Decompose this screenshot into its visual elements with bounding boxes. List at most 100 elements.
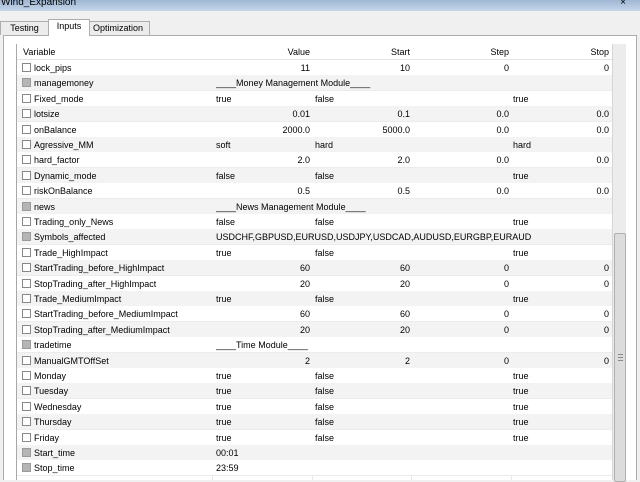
start-cell[interactable]: 60 bbox=[313, 262, 410, 274]
optimize-checkbox[interactable] bbox=[22, 155, 31, 165]
step-cell[interactable]: 0.0 bbox=[413, 124, 509, 136]
stop-cell[interactable]: true bbox=[513, 293, 609, 305]
stop-cell[interactable]: hard bbox=[513, 139, 609, 151]
step-cell[interactable]: 0 bbox=[413, 62, 509, 74]
start-cell[interactable]: 2 bbox=[313, 355, 410, 367]
table-row[interactable]: managemoney ____Money Management Module__… bbox=[17, 75, 612, 92]
value-cell[interactable]: ____Time Module____ bbox=[216, 339, 611, 351]
table-row[interactable]: Trade_HighImpact true false true bbox=[17, 244, 612, 261]
stop-cell[interactable]: 0 bbox=[513, 262, 609, 274]
value-cell[interactable]: 60 bbox=[214, 308, 310, 320]
optimize-checkbox[interactable] bbox=[22, 432, 31, 442]
table-row[interactable]: news ____News Management Module____ bbox=[17, 198, 612, 215]
step-cell[interactable]: 0.0 bbox=[413, 185, 509, 197]
table-row[interactable]: Trading_only_News false false true bbox=[17, 214, 612, 230]
column-header-start[interactable]: Start bbox=[313, 47, 410, 59]
stop-cell[interactable]: 0.0 bbox=[513, 185, 609, 197]
optimize-checkbox[interactable] bbox=[22, 355, 31, 365]
optimize-checkbox[interactable] bbox=[22, 201, 31, 211]
optimize-checkbox[interactable] bbox=[22, 217, 31, 226]
value-cell[interactable]: 23:59 bbox=[216, 462, 611, 474]
value-cell[interactable]: true bbox=[216, 293, 312, 305]
value-cell[interactable]: 20 bbox=[214, 324, 310, 336]
start-cell[interactable]: 20 bbox=[313, 278, 410, 290]
optimize-checkbox[interactable] bbox=[22, 124, 31, 134]
value-cell[interactable]: 2 bbox=[214, 355, 310, 367]
table-row[interactable]: StopTrading_after_HighImpact 20 20 0 0 bbox=[17, 275, 612, 292]
stop-cell[interactable]: 0 bbox=[513, 62, 609, 74]
stop-cell[interactable]: 0 bbox=[513, 324, 609, 336]
start-cell[interactable]: 5000.0 bbox=[313, 124, 410, 136]
table-row[interactable]: tradetime ____Time Module____ bbox=[17, 337, 612, 354]
start-cell[interactable]: hard bbox=[315, 139, 411, 151]
optimize-checkbox[interactable] bbox=[22, 140, 31, 149]
value-cell[interactable]: ____Money Management Module____ bbox=[216, 77, 611, 89]
stop-cell[interactable]: true bbox=[513, 93, 609, 105]
column-header-stop[interactable]: Stop bbox=[513, 47, 609, 59]
optimize-checkbox[interactable] bbox=[22, 247, 31, 257]
table-row[interactable]: Trade_MediumImpact true false true bbox=[17, 291, 612, 307]
start-cell[interactable]: false bbox=[315, 170, 411, 182]
optimize-checkbox[interactable] bbox=[22, 63, 31, 72]
table-row[interactable]: StartTrading_before_HighImpact 60 60 0 0 bbox=[17, 260, 612, 277]
table-row[interactable]: Friday true false true bbox=[17, 429, 612, 446]
start-cell[interactable]: 2.0 bbox=[313, 154, 410, 166]
scrollbar-thumb[interactable] bbox=[614, 233, 626, 482]
value-cell[interactable]: 2000.0 bbox=[214, 124, 310, 136]
table-row[interactable]: riskOnBalance 0.5 0.5 0.0 0.0 bbox=[17, 183, 612, 200]
table-row[interactable]: Tuesday true false true bbox=[17, 383, 612, 400]
value-cell[interactable]: 60 bbox=[214, 262, 310, 274]
start-cell[interactable]: false bbox=[315, 432, 411, 444]
table-row[interactable]: Symbols_affected USDCHF,GBPUSD,EURUSD,USD… bbox=[17, 229, 612, 246]
start-cell[interactable]: false bbox=[315, 370, 411, 382]
table-row[interactable]: onBalance 2000.0 5000.0 0.0 0.0 bbox=[17, 121, 612, 138]
stop-cell[interactable]: true bbox=[513, 247, 609, 259]
optimize-checkbox[interactable] bbox=[22, 186, 31, 196]
table-row[interactable]: Fixed_mode true false true bbox=[17, 90, 612, 107]
column-header-step[interactable]: Step bbox=[413, 47, 509, 59]
value-cell[interactable]: 0.5 bbox=[214, 185, 310, 197]
table-row[interactable]: Start_time 00:01 bbox=[17, 445, 612, 461]
optimize-checkbox[interactable] bbox=[22, 401, 31, 411]
table-row[interactable]: StopTrading_after_MediumImpact 20 20 0 0 bbox=[17, 321, 612, 338]
start-cell[interactable]: 10 bbox=[313, 62, 410, 74]
optimize-checkbox[interactable] bbox=[22, 170, 31, 180]
stop-cell[interactable]: true bbox=[513, 370, 609, 382]
value-cell[interactable]: 11 bbox=[214, 62, 310, 74]
tab-testing[interactable]: Testing bbox=[0, 21, 49, 35]
table-row[interactable]: lotsize 0.01 0.1 0.0 0.0 bbox=[17, 106, 612, 123]
optimize-checkbox[interactable] bbox=[22, 324, 31, 334]
start-cell[interactable]: 0.1 bbox=[313, 108, 410, 120]
table-row[interactable]: Wednesday true false true bbox=[17, 398, 612, 415]
stop-cell[interactable]: true bbox=[513, 385, 609, 397]
value-cell[interactable]: false bbox=[216, 216, 312, 228]
table-row[interactable]: Stop_time 23:59 bbox=[17, 460, 612, 477]
value-cell[interactable]: soft bbox=[216, 139, 312, 151]
optimize-checkbox[interactable] bbox=[22, 371, 31, 380]
start-cell[interactable]: false bbox=[315, 247, 411, 259]
table-row[interactable]: Monday true false true bbox=[17, 368, 612, 384]
tab-optimization[interactable]: Optimization bbox=[86, 21, 150, 35]
step-cell[interactable]: 0 bbox=[413, 324, 509, 336]
table-row[interactable]: Thursday true false true bbox=[17, 414, 612, 431]
start-cell[interactable]: false bbox=[315, 293, 411, 305]
stop-cell[interactable]: true bbox=[513, 416, 609, 428]
optimize-checkbox[interactable] bbox=[22, 340, 31, 350]
optimize-checkbox[interactable] bbox=[22, 448, 31, 457]
optimize-checkbox[interactable] bbox=[22, 463, 31, 473]
value-cell[interactable]: true bbox=[216, 401, 312, 413]
optimize-checkbox[interactable] bbox=[22, 278, 31, 288]
optimize-checkbox[interactable] bbox=[22, 232, 31, 242]
table-row[interactable]: ManualGMTOffSet 2 2 0 0 bbox=[17, 352, 612, 369]
stop-cell[interactable]: true bbox=[513, 170, 609, 182]
table-row[interactable]: hard_factor 2.0 2.0 0.0 0.0 bbox=[17, 152, 612, 169]
step-cell[interactable]: 0 bbox=[413, 355, 509, 367]
optimize-checkbox[interactable] bbox=[22, 309, 31, 319]
step-cell[interactable]: 0.0 bbox=[413, 154, 509, 166]
start-cell[interactable]: 0.5 bbox=[313, 185, 410, 197]
optimize-checkbox[interactable] bbox=[22, 263, 31, 273]
value-cell[interactable]: USDCHF,GBPUSD,EURUSD,USDJPY,USDCAD,AUDUS… bbox=[216, 231, 611, 243]
step-cell[interactable]: 0.0 bbox=[413, 108, 509, 120]
stop-cell[interactable]: true bbox=[513, 216, 609, 228]
value-cell[interactable]: 0.01 bbox=[214, 108, 310, 120]
